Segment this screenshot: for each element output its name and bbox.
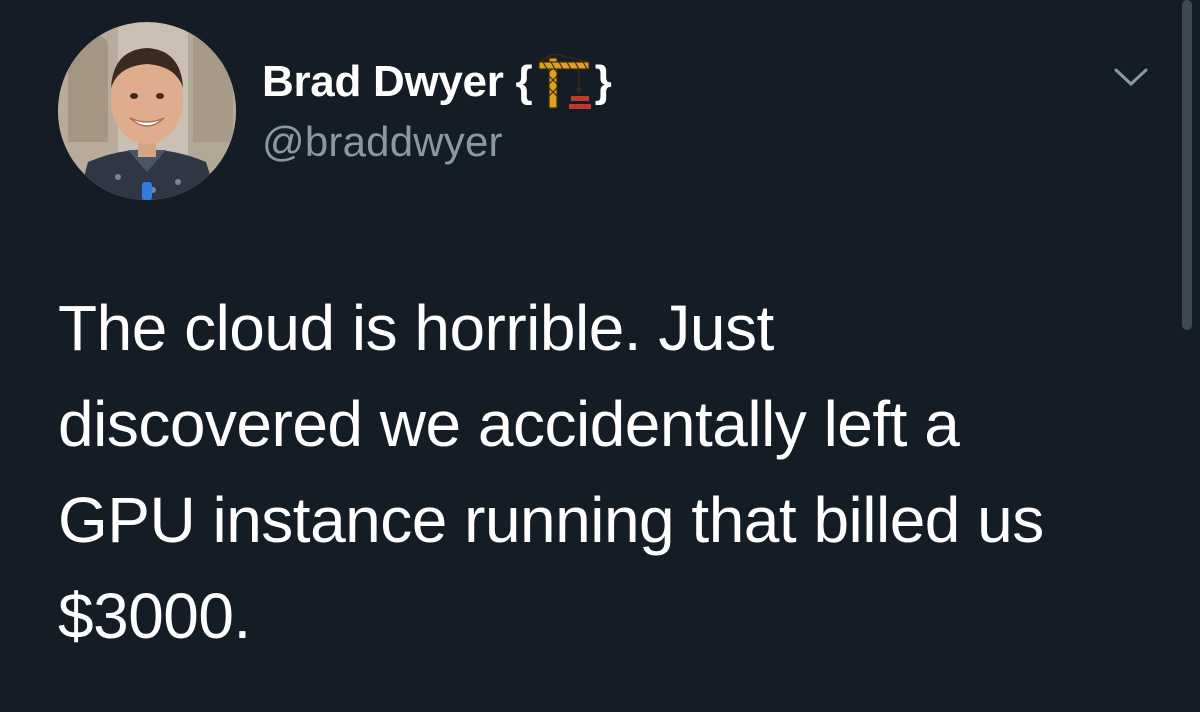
tweet-card: Brad Dwyer { } @braddwyer The cloud is h… — [0, 0, 1200, 712]
author-name-row[interactable]: Brad Dwyer { } — [262, 52, 612, 112]
name-brace-open: { — [515, 57, 533, 106]
tweet-text-line: discovered we accidentally left a — [58, 388, 960, 460]
tweet-text-line: The cloud is horrible. Just — [58, 292, 774, 364]
construction-crane-icon — [535, 53, 593, 110]
author-handle[interactable]: @braddwyer — [262, 118, 503, 166]
avatar-photo — [58, 22, 236, 200]
author-display-name[interactable]: Brad Dwyer — [262, 57, 504, 107]
tweet-text-line: GPU instance running that billed us — [58, 484, 1044, 556]
scrollbar[interactable] — [1182, 0, 1192, 330]
avatar[interactable] — [58, 22, 236, 200]
tweet-text: The cloud is horrible. Just discovered w… — [58, 280, 1158, 664]
tweet-text-line: $3000. — [58, 580, 251, 652]
name-brace-close: } — [594, 57, 612, 106]
chevron-down-icon[interactable] — [1112, 64, 1150, 90]
